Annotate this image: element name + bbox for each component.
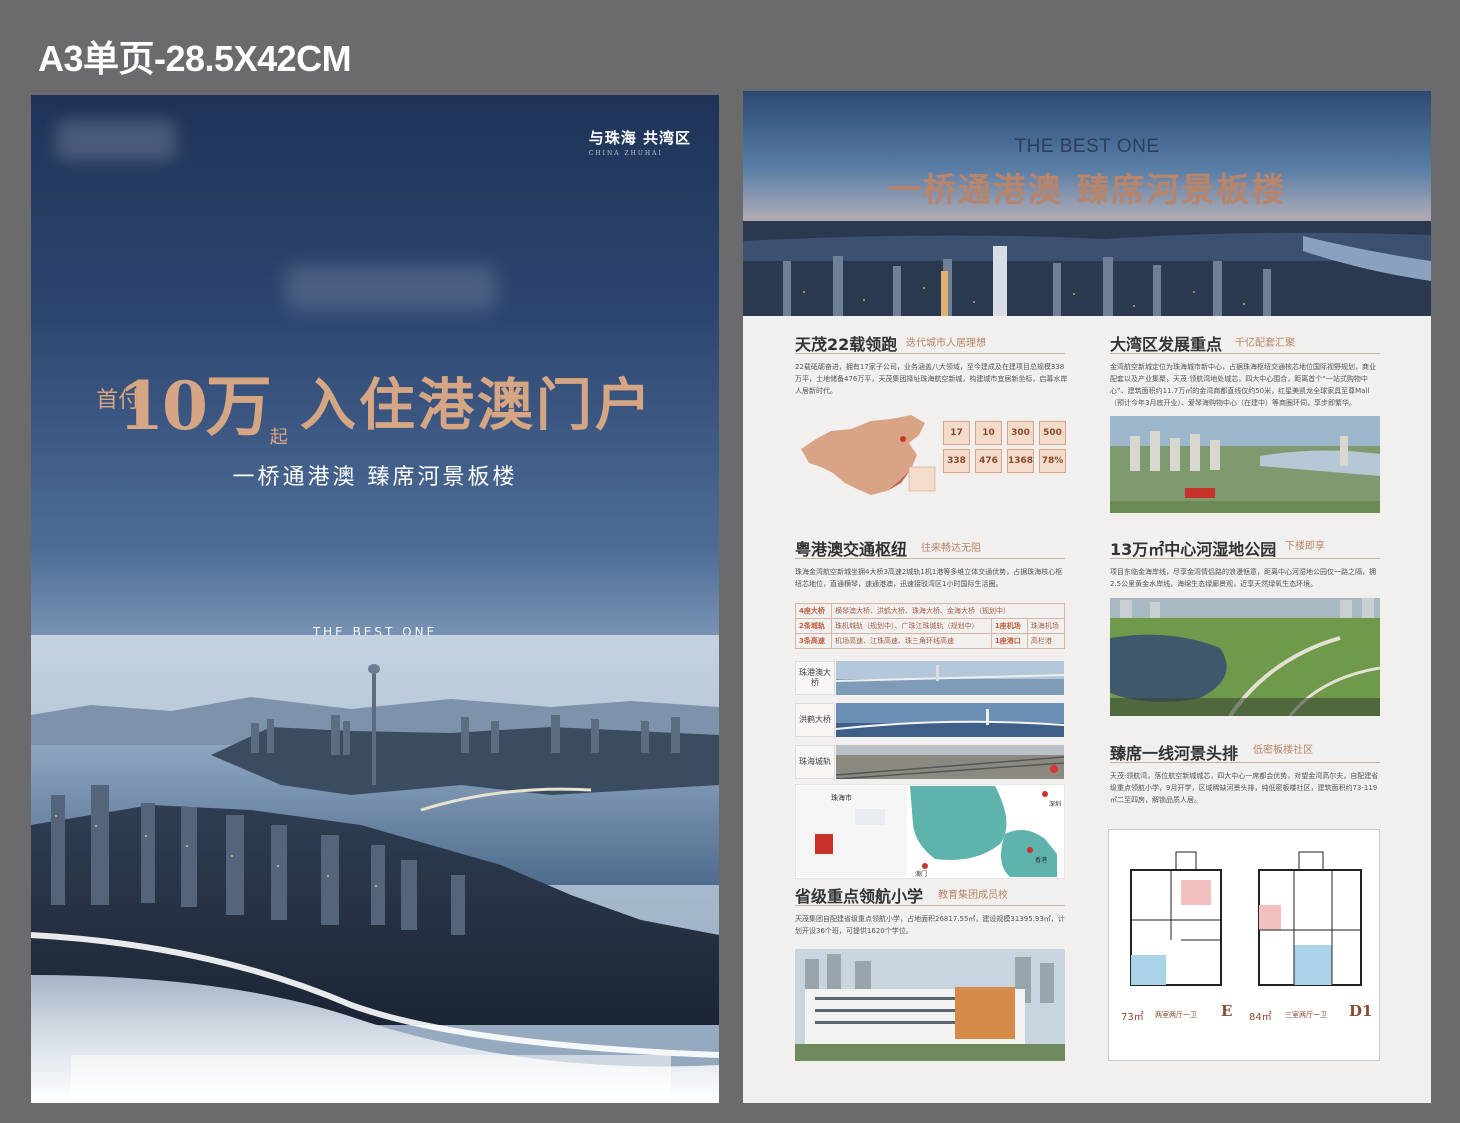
stats-grid: 17 10 300 500 338 476 1368 78%	[943, 421, 1067, 473]
section-tag-group: 迭代城市人居理想	[906, 338, 986, 349]
section-tag-riverview: 低密板楼社区	[1253, 745, 1313, 756]
section-divider	[795, 558, 1065, 559]
table-cell: 珠机城轨（规划中）、广珠江珠城轨（规划中）	[831, 618, 992, 634]
info-sheet: THE BEST ONE 一桥通港澳 臻席河景板楼 天茂22载领跑 迭代城市人居…	[743, 91, 1431, 1103]
china-map-graphic	[801, 415, 936, 495]
section-title-bay: 大湾区发展重点	[1110, 335, 1223, 354]
floorplan-d1-type: D1	[1349, 1002, 1373, 1020]
stat-badge: 500	[1039, 421, 1066, 445]
floorplan-panel: 73㎡ 两室两厅一卫 E 84㎡ 三室两厅一卫 D1	[1108, 829, 1380, 1061]
stat-badge: 300	[1007, 421, 1034, 445]
section-tag-traffic: 往来畅达无阻	[921, 543, 981, 554]
location-map: 珠海市 深圳 香港 澳门	[795, 784, 1065, 879]
stat-badge: 10	[975, 421, 1002, 445]
floorplan-e-desc: 两室两厅一卫	[1155, 1011, 1197, 1019]
stat-badge: 17	[943, 421, 970, 445]
brand-slogan: 与珠海 共湾区 CHINA ZHUHAI	[589, 127, 691, 157]
floorplan-d1-area: 84㎡	[1249, 1012, 1272, 1023]
traffic-table: 4座大桥 横琴澳大桥、洪鹤大桥、珠海大桥、金海大桥（规划中） 2条城轨 珠机城轨…	[795, 603, 1066, 649]
headline-prefix: 首付	[96, 388, 141, 413]
map-label: 澳门	[915, 870, 927, 878]
section-title-school: 省级重点领航小学	[795, 887, 924, 906]
stat-badge: 338	[943, 449, 970, 473]
headline-main: 入住港澳门户	[299, 372, 654, 439]
banner-title: 一桥通港澳 臻席河景板楼	[887, 170, 1287, 209]
brand-slogan-text: 与珠海 共湾区	[588, 129, 691, 147]
stat-badge: 476	[975, 449, 1002, 473]
front-headline: 首付10万起 入住港澳门户	[31, 353, 719, 449]
document-size-label: A3单页-28.5X42CM	[38, 38, 352, 79]
table-cell: 3条高速	[795, 633, 832, 649]
banner-english: THE BEST ONE	[1014, 136, 1160, 157]
table-row: 3条高速 机场高速、江珠高速、珠三角环线高速 1座港口 高栏港	[795, 633, 1066, 649]
blurred-logo	[56, 120, 176, 160]
section-tag-bay: 千亿配套汇聚	[1235, 338, 1295, 349]
blurred-badge	[286, 265, 496, 310]
section-divider	[795, 353, 1065, 354]
section-title-riverview: 臻席一线河景头排	[1110, 744, 1239, 763]
section-body-riverview: 天茂·领航湾，落位航空新城城芯，四大中心一席都会优势，对望金湾高尔夫，自配建省级…	[1110, 772, 1379, 804]
map-label: 深圳	[1049, 800, 1061, 808]
table-cell: 机场高速、江珠高速、珠三角环线高速	[831, 633, 992, 649]
section-title-park: 13万㎡中心河湿地公园	[1110, 540, 1277, 559]
stat-badge: 78%	[1039, 449, 1066, 473]
city-river-photo	[31, 635, 719, 1103]
section-tag-park: 下楼即享	[1285, 541, 1325, 552]
banner: THE BEST ONE 一桥通港澳 臻席河景板楼	[743, 91, 1431, 316]
table-cell: 2条城轨	[795, 618, 832, 634]
section-title-traffic: 粤港澳交通枢纽	[795, 540, 908, 559]
strip-label-rail: 珠海城轨	[795, 745, 835, 779]
section-divider	[795, 905, 1065, 906]
section-body-bay: 金湾航空新城定位为珠海城市新中心，占据珠海枢纽交通核芯地位国际视野规划，商业配套…	[1110, 363, 1376, 407]
table-cell: 1座港口	[990, 633, 1028, 649]
front-subline: 一桥通港澳 臻席河景板楼	[232, 465, 518, 490]
wetland-park-photo	[1110, 598, 1380, 716]
banner-city-photo	[743, 221, 1431, 316]
strip-label-honghe: 洪鹤大桥	[795, 703, 835, 737]
table-cell: 高栏港	[1026, 633, 1066, 649]
section-body-school: 天茂集团自配建省级重点领航小学，占地面积26817.55㎡，建设规模31395.…	[795, 915, 1065, 935]
table-cell: 1座机场	[990, 618, 1028, 634]
floorplan-e-type: E	[1221, 1002, 1233, 1020]
floorplan-d1-desc: 三室两厅一卫	[1285, 1011, 1327, 1019]
table-cell: 4座大桥	[795, 603, 832, 619]
table-row: 2条城轨 珠机城轨（规划中）、广珠江珠城轨（规划中） 1座机场 珠海机场	[795, 618, 1066, 634]
section-divider	[1110, 353, 1380, 354]
headline-number: 10万	[118, 367, 272, 445]
section-body-group: 22载砥砺奋进，拥有17家子公司，业务涵盖八大领域，至今建成及在建项目总规模33…	[795, 363, 1068, 395]
section-body-park: 项目东临金海岸线，尽享金湾情侣路的浪漫惬意，距离中心河湿地公园仅一路之隔，拥2.…	[1110, 568, 1376, 588]
aerial-site-photo	[1110, 416, 1380, 513]
brand-slogan-en: CHINA ZHUHAI	[588, 150, 663, 157]
map-label: 香港	[1035, 856, 1047, 864]
section-body-traffic: 珠海金湾航空新城坐拥4大桥3高速2城轨1机1港等多维立体交通优势，占据珠海核心枢…	[795, 568, 1063, 588]
section-divider	[1110, 558, 1380, 559]
section-divider	[1110, 762, 1380, 763]
table-cell: 横琴澳大桥、洪鹤大桥、珠海大桥、金海大桥（规划中）	[831, 603, 1065, 619]
table-cell: 珠海机场	[1026, 618, 1066, 634]
front-poster: 与珠海 共湾区 CHINA ZHUHAI 首付10万起 入住港澳门户 一桥通港澳 …	[31, 95, 719, 1103]
floorplan-d1-drawing	[1258, 851, 1362, 986]
map-label: 珠海市	[831, 793, 852, 802]
strip-label-bridge: 珠港澳大桥	[795, 661, 835, 695]
section-title-group: 天茂22载领跑	[795, 335, 898, 354]
headline-qi: 起	[269, 427, 288, 448]
floorplan-e-area: 73㎡	[1121, 1012, 1144, 1023]
table-row: 4座大桥 横琴澳大桥、洪鹤大桥、珠海大桥、金海大桥（规划中）	[795, 603, 1065, 619]
honghe-bridge-photo	[836, 703, 1064, 737]
bridge-photo	[836, 661, 1064, 695]
rail-photo	[836, 745, 1064, 779]
stat-badge: 1368	[1007, 449, 1034, 473]
floorplan-e-drawing	[1130, 851, 1222, 986]
section-tag-school: 教育集团成员校	[938, 890, 1008, 901]
school-photo	[795, 949, 1065, 1061]
